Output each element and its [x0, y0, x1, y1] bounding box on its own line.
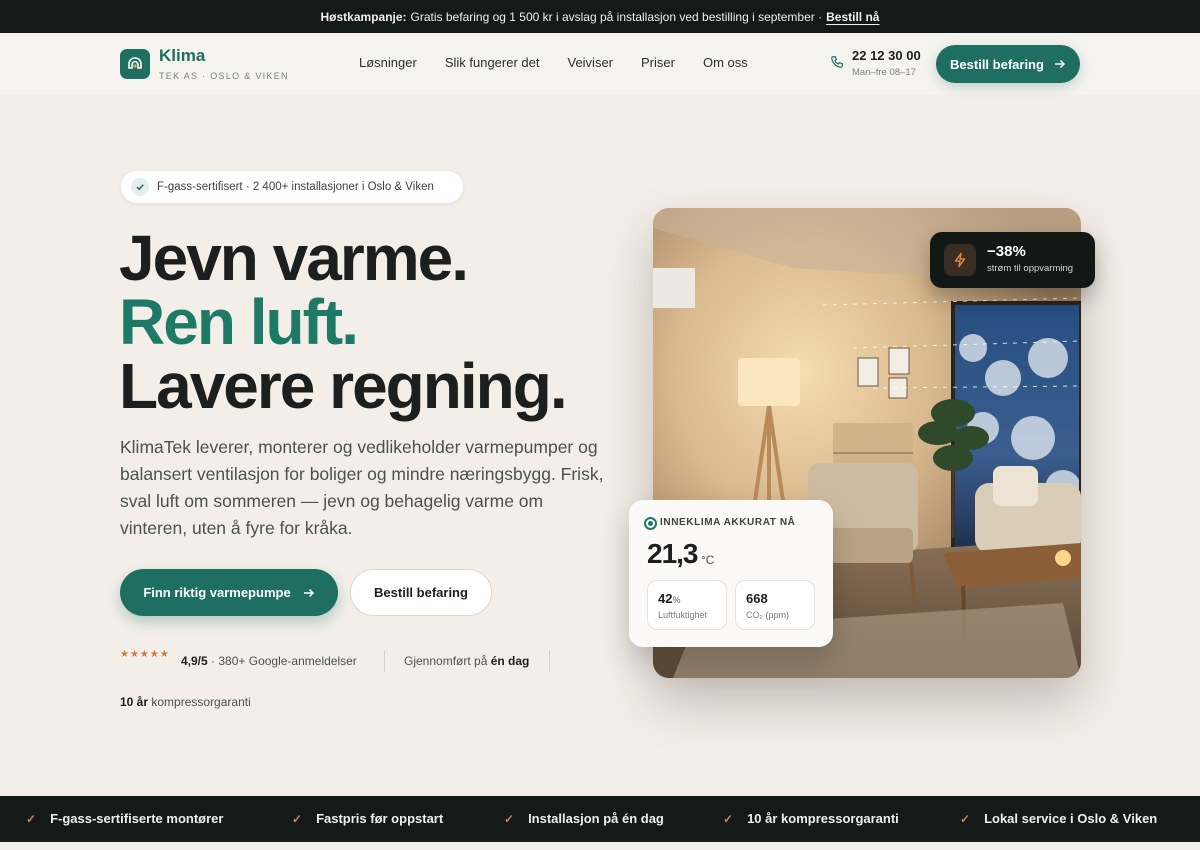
- announcement-text: Gratis befaring og 1 500 kr i avslag på …: [410, 9, 823, 24]
- site-header: Klima TEK AS · OSLO & VIKEN Løsninger Sl…: [0, 33, 1200, 95]
- indoor-climate-card: INNEKLIMA AKKURAT NÅ 21,3 °C 42% Luftfuk…: [629, 500, 833, 647]
- nav-item-slik-fungerer-det[interactable]: Slik fungerer det: [445, 55, 540, 70]
- check-icon: ✓: [292, 811, 303, 826]
- install-duration: Gjennomført på én dag: [404, 654, 529, 668]
- brand-subtitle: TEK AS · OSLO & VIKEN: [159, 71, 289, 81]
- hero-description: KlimaTek leverer, monterer og vedlikehol…: [120, 437, 604, 538]
- humidity-value: 42: [658, 591, 673, 606]
- live-status-icon: [644, 517, 657, 530]
- humidity-metric: 42% Luftfuktighet: [647, 580, 727, 630]
- book-inspection-secondary-label: Bestill befaring: [374, 585, 468, 600]
- phone-hours: Man–fre 08–17: [852, 67, 916, 78]
- humidity-label: Luftfuktighet: [658, 610, 708, 620]
- rating-count: · 380+ Google-anmeldelser: [211, 654, 357, 668]
- warranty-info: 10 år kompressorgaranti: [120, 695, 251, 709]
- certification-text: F-gass-sertifisert · 2 400+ installasjon…: [157, 181, 434, 193]
- co2-metric: 668 CO₂ (ppm): [735, 580, 815, 630]
- book-inspection-label: Bestill befaring: [950, 56, 1044, 72]
- rating-score: 4,9/5: [181, 654, 208, 668]
- rating-text: 4,9/5 · 380+ Google-anmeldelser: [181, 654, 357, 668]
- install-duration-prefix: Gjennomført på: [404, 654, 488, 668]
- arrow-right-icon: [303, 588, 314, 597]
- check-icon: ✓: [504, 811, 515, 826]
- announcement-link[interactable]: Bestill nå: [826, 10, 879, 24]
- trust-item-label: Lokal service i Oslo & Viken: [984, 811, 1158, 826]
- trust-item-label: 10 år kompressorgaranti: [747, 811, 899, 826]
- certification-badge: F-gass-sertifisert · 2 400+ installasjon…: [121, 171, 463, 203]
- temperature-unit: °C: [701, 553, 715, 567]
- trust-item-label: F-gass-sertifiserte montører: [50, 811, 224, 826]
- page-bottom: [0, 842, 1200, 850]
- announcement-prefix: Høstkampanje:: [320, 9, 407, 24]
- lightning-icon: [944, 244, 976, 276]
- co2-value: 668: [746, 591, 768, 606]
- trust-item-label: Fastpris før oppstart: [316, 811, 444, 826]
- main-nav: Løsninger Slik fungerer det Veiviser Pri…: [359, 55, 748, 70]
- find-heat-pump-button[interactable]: Finn riktig varmepumpe: [120, 569, 338, 616]
- nav-item-veiviser[interactable]: Veiviser: [567, 55, 613, 70]
- warranty-years: 10 år: [120, 695, 149, 709]
- indoor-climate-title: INNEKLIMA AKKURAT NÅ: [660, 517, 796, 528]
- install-duration-value: én dag: [490, 654, 530, 668]
- savings-value: −38%: [987, 243, 1026, 260]
- arrow-right-icon: [1054, 59, 1066, 69]
- trust-item-label: Installasjon på én dag: [528, 811, 664, 826]
- trust-item: ✓ Installasjon på én dag: [504, 811, 664, 826]
- nav-item-om-oss[interactable]: Om oss: [703, 55, 748, 70]
- trust-item: ✓ Fastpris før oppstart: [292, 811, 443, 826]
- divider: [549, 650, 550, 672]
- check-icon: [131, 178, 149, 196]
- divider: [384, 650, 385, 672]
- book-inspection-secondary-button[interactable]: Bestill befaring: [350, 569, 492, 616]
- trust-item: ✓ F-gass-sertifiserte montører: [26, 811, 223, 826]
- headline-line-3: Lavere regning.: [119, 350, 568, 422]
- check-icon: ✓: [26, 811, 37, 826]
- trust-bar: ✓ F-gass-sertifiserte montører ✓ Fastpri…: [0, 796, 1200, 842]
- co2-label: CO₂ (ppm): [746, 610, 789, 620]
- rating-stars: ★★★★★: [120, 649, 170, 660]
- humidity-unit: %: [672, 595, 681, 605]
- temperature-value: 21,3: [647, 538, 698, 569]
- phone-number[interactable]: 22 12 30 00: [852, 48, 921, 63]
- check-icon: ✓: [723, 811, 734, 826]
- nav-item-priser[interactable]: Priser: [641, 55, 675, 70]
- headline-line-2: Ren luft.: [119, 286, 359, 358]
- trust-item: ✓ 10 år kompressorgaranti: [723, 811, 899, 826]
- phone-icon: [830, 55, 844, 74]
- nav-item-losninger[interactable]: Løsninger: [359, 55, 417, 70]
- brand-name[interactable]: Klima: [159, 46, 205, 66]
- check-icon: ✓: [960, 811, 971, 826]
- savings-label: strøm til oppvarming: [987, 263, 1074, 274]
- announcement-bar: Høstkampanje: Gratis befaring og 1 500 k…: [0, 0, 1200, 33]
- book-inspection-button[interactable]: Bestill befaring: [936, 45, 1080, 83]
- savings-tag: −38% strøm til oppvarming: [930, 232, 1095, 288]
- warranty-text: kompressorgaranti: [151, 695, 251, 709]
- headline-line-1: Jevn varme.: [119, 222, 469, 294]
- find-heat-pump-label: Finn riktig varmepumpe: [143, 585, 291, 600]
- trust-item: ✓ Lokal service i Oslo & Viken: [960, 811, 1157, 826]
- logo-icon[interactable]: [120, 49, 150, 79]
